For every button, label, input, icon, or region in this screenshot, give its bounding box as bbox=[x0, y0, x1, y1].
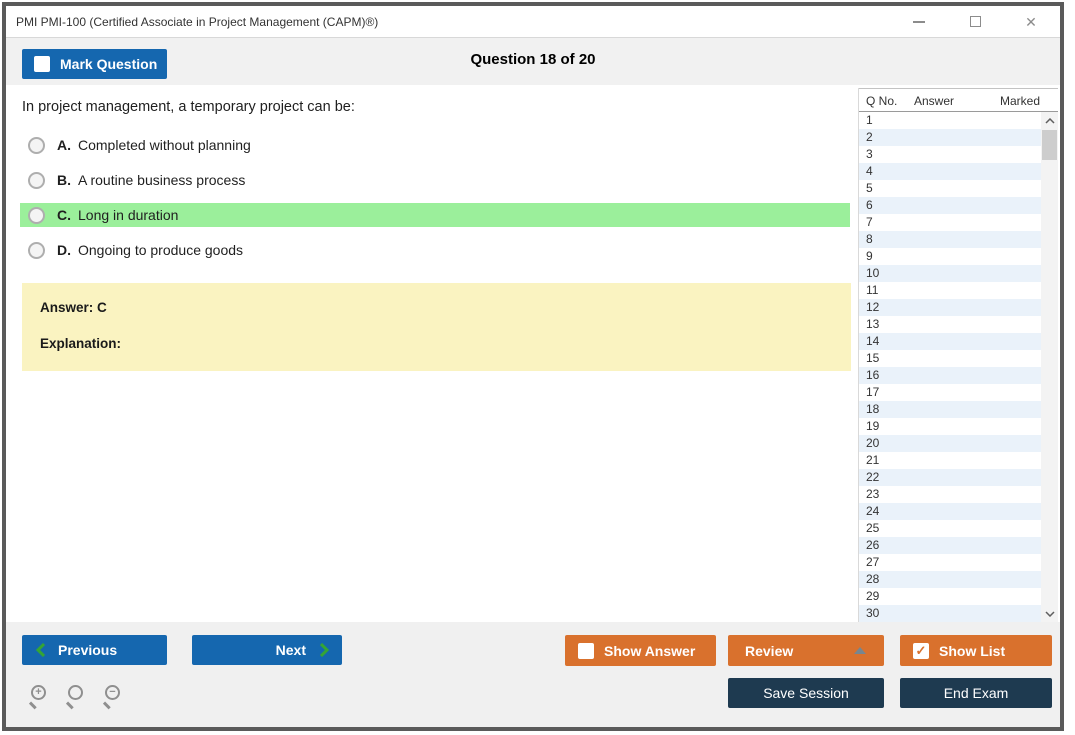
list-item[interactable]: 16 bbox=[859, 367, 1042, 384]
review-button[interactable]: Review bbox=[728, 635, 884, 666]
review-label: Review bbox=[745, 642, 794, 659]
list-item[interactable]: 6 bbox=[859, 197, 1042, 214]
zoom-reset-icon[interactable] bbox=[64, 684, 88, 709]
list-item[interactable]: 25 bbox=[859, 520, 1042, 537]
question-counter: Question 18 of 20 bbox=[470, 51, 596, 68]
list-item[interactable]: 30 bbox=[859, 605, 1042, 622]
radio-icon[interactable] bbox=[28, 206, 45, 224]
list-item[interactable]: 20 bbox=[859, 435, 1042, 452]
zoom-tools: + − bbox=[27, 684, 125, 709]
list-item[interactable]: 5 bbox=[859, 180, 1042, 197]
close-icon: ✕ bbox=[1025, 13, 1037, 30]
question-list-panel: Q No. Answer Marked 1 2 3 4 5 6 7 8 9 10 11 12 13 14 1… bbox=[858, 88, 1058, 622]
list-item[interactable]: 1 bbox=[859, 112, 1042, 129]
previous-button[interactable]: Previous bbox=[22, 635, 167, 665]
question-list-scrollbar[interactable] bbox=[1041, 112, 1058, 622]
scrollbar-thumb[interactable] bbox=[1042, 130, 1057, 160]
close-button[interactable]: ✕ bbox=[1020, 11, 1042, 33]
explanation-label: Explanation: bbox=[40, 336, 122, 351]
list-item[interactable]: 24 bbox=[859, 503, 1042, 520]
radio-icon[interactable] bbox=[28, 171, 45, 189]
list-item[interactable]: 14 bbox=[859, 333, 1042, 350]
list-item[interactable]: 26 bbox=[859, 537, 1042, 554]
column-qno: Q No. bbox=[866, 94, 898, 108]
scroll-up-icon[interactable] bbox=[1041, 112, 1058, 129]
list-item[interactable]: 4 bbox=[859, 163, 1042, 180]
option-text: Long in duration bbox=[78, 207, 179, 223]
list-item[interactable]: 27 bbox=[859, 554, 1042, 571]
option-text: Ongoing to produce goods bbox=[78, 242, 244, 258]
question-list-header: Q No. Answer Marked bbox=[859, 88, 1058, 112]
options-list: A. Completed without planning B. A routi… bbox=[20, 133, 850, 273]
list-item[interactable]: 22 bbox=[859, 469, 1042, 486]
list-item[interactable]: 7 bbox=[859, 214, 1042, 231]
list-item[interactable]: 10 bbox=[859, 265, 1042, 282]
option-b[interactable]: B. A routine business process bbox=[20, 168, 850, 192]
next-label: Next bbox=[275, 642, 306, 658]
option-letter: C. bbox=[57, 207, 71, 223]
chevron-right-icon bbox=[320, 643, 329, 657]
zoom-out-icon[interactable]: − bbox=[101, 684, 125, 709]
option-text: Completed without planning bbox=[78, 137, 251, 153]
list-item[interactable]: 29 bbox=[859, 588, 1042, 605]
column-answer: Answer bbox=[914, 94, 955, 108]
show-answer-button[interactable]: Show Answer bbox=[565, 635, 716, 666]
show-list-button[interactable]: ✓ Show List bbox=[900, 635, 1052, 666]
list-item[interactable]: 28 bbox=[859, 571, 1042, 588]
option-c[interactable]: C. Long in duration bbox=[20, 203, 850, 227]
app-window: PMI PMI-100 (Certified Associate in Proj… bbox=[2, 2, 1064, 731]
title-bar: PMI PMI-100 (Certified Associate in Proj… bbox=[6, 6, 1060, 38]
minimize-icon bbox=[913, 20, 925, 23]
question-text: In project management, a temporary proje… bbox=[22, 99, 355, 115]
window-title: PMI PMI-100 (Certified Associate in Proj… bbox=[16, 14, 379, 29]
list-item[interactable]: 15 bbox=[859, 350, 1042, 367]
radio-icon[interactable] bbox=[28, 241, 45, 259]
minimize-button[interactable] bbox=[908, 11, 930, 33]
column-marked: Marked bbox=[1000, 94, 1041, 108]
list-item[interactable]: 21 bbox=[859, 452, 1042, 469]
radio-icon[interactable] bbox=[28, 136, 45, 154]
list-item[interactable]: 2 bbox=[859, 129, 1042, 146]
show-answer-label: Show Answer bbox=[604, 642, 696, 659]
show-answer-checkbox[interactable] bbox=[578, 642, 594, 659]
triangle-up-icon bbox=[854, 647, 866, 654]
save-session-label: Save Session bbox=[763, 685, 849, 701]
previous-label: Previous bbox=[58, 642, 118, 658]
list-item[interactable]: 19 bbox=[859, 418, 1042, 435]
option-d[interactable]: D. Ongoing to produce goods bbox=[20, 238, 850, 262]
window-controls: ✕ bbox=[908, 11, 1042, 33]
scroll-down-icon[interactable] bbox=[1041, 605, 1058, 622]
next-button[interactable]: Next bbox=[192, 635, 342, 665]
list-item[interactable]: 23 bbox=[859, 486, 1042, 503]
option-letter: D. bbox=[57, 242, 71, 258]
footer-bar: Previous Next Show Answer Review ✓ Show … bbox=[6, 622, 1060, 727]
show-list-checkbox[interactable]: ✓ bbox=[913, 642, 929, 659]
maximize-icon bbox=[969, 16, 981, 27]
option-letter: A. bbox=[57, 137, 71, 153]
save-session-button[interactable]: Save Session bbox=[728, 678, 884, 708]
list-item[interactable]: 9 bbox=[859, 248, 1042, 265]
zoom-in-icon[interactable]: + bbox=[27, 684, 51, 709]
list-item[interactable]: 12 bbox=[859, 299, 1042, 316]
list-item[interactable]: 18 bbox=[859, 401, 1042, 418]
question-list-body: 1 2 3 4 5 6 7 8 9 10 11 12 13 14 15 16 17 18 19 20 21 22 23 24 2… bbox=[859, 112, 1042, 622]
end-exam-label: End Exam bbox=[943, 685, 1009, 701]
answer-box: Answer: C Explanation: bbox=[22, 283, 851, 371]
maximize-button[interactable] bbox=[964, 11, 986, 33]
end-exam-button[interactable]: End Exam bbox=[900, 678, 1052, 708]
option-text: A routine business process bbox=[78, 172, 246, 188]
chevron-left-icon bbox=[36, 643, 45, 657]
show-list-label: Show List bbox=[939, 642, 1006, 659]
list-item[interactable]: 8 bbox=[859, 231, 1042, 248]
answer-label: Answer: C bbox=[40, 300, 107, 315]
option-a[interactable]: A. Completed without planning bbox=[20, 133, 850, 157]
option-letter: B. bbox=[57, 172, 71, 188]
header-strip: Mark Question Question 18 of 20 bbox=[6, 38, 1060, 85]
list-item[interactable]: 17 bbox=[859, 384, 1042, 401]
list-item[interactable]: 3 bbox=[859, 146, 1042, 163]
list-item[interactable]: 13 bbox=[859, 316, 1042, 333]
list-item[interactable]: 11 bbox=[859, 282, 1042, 299]
